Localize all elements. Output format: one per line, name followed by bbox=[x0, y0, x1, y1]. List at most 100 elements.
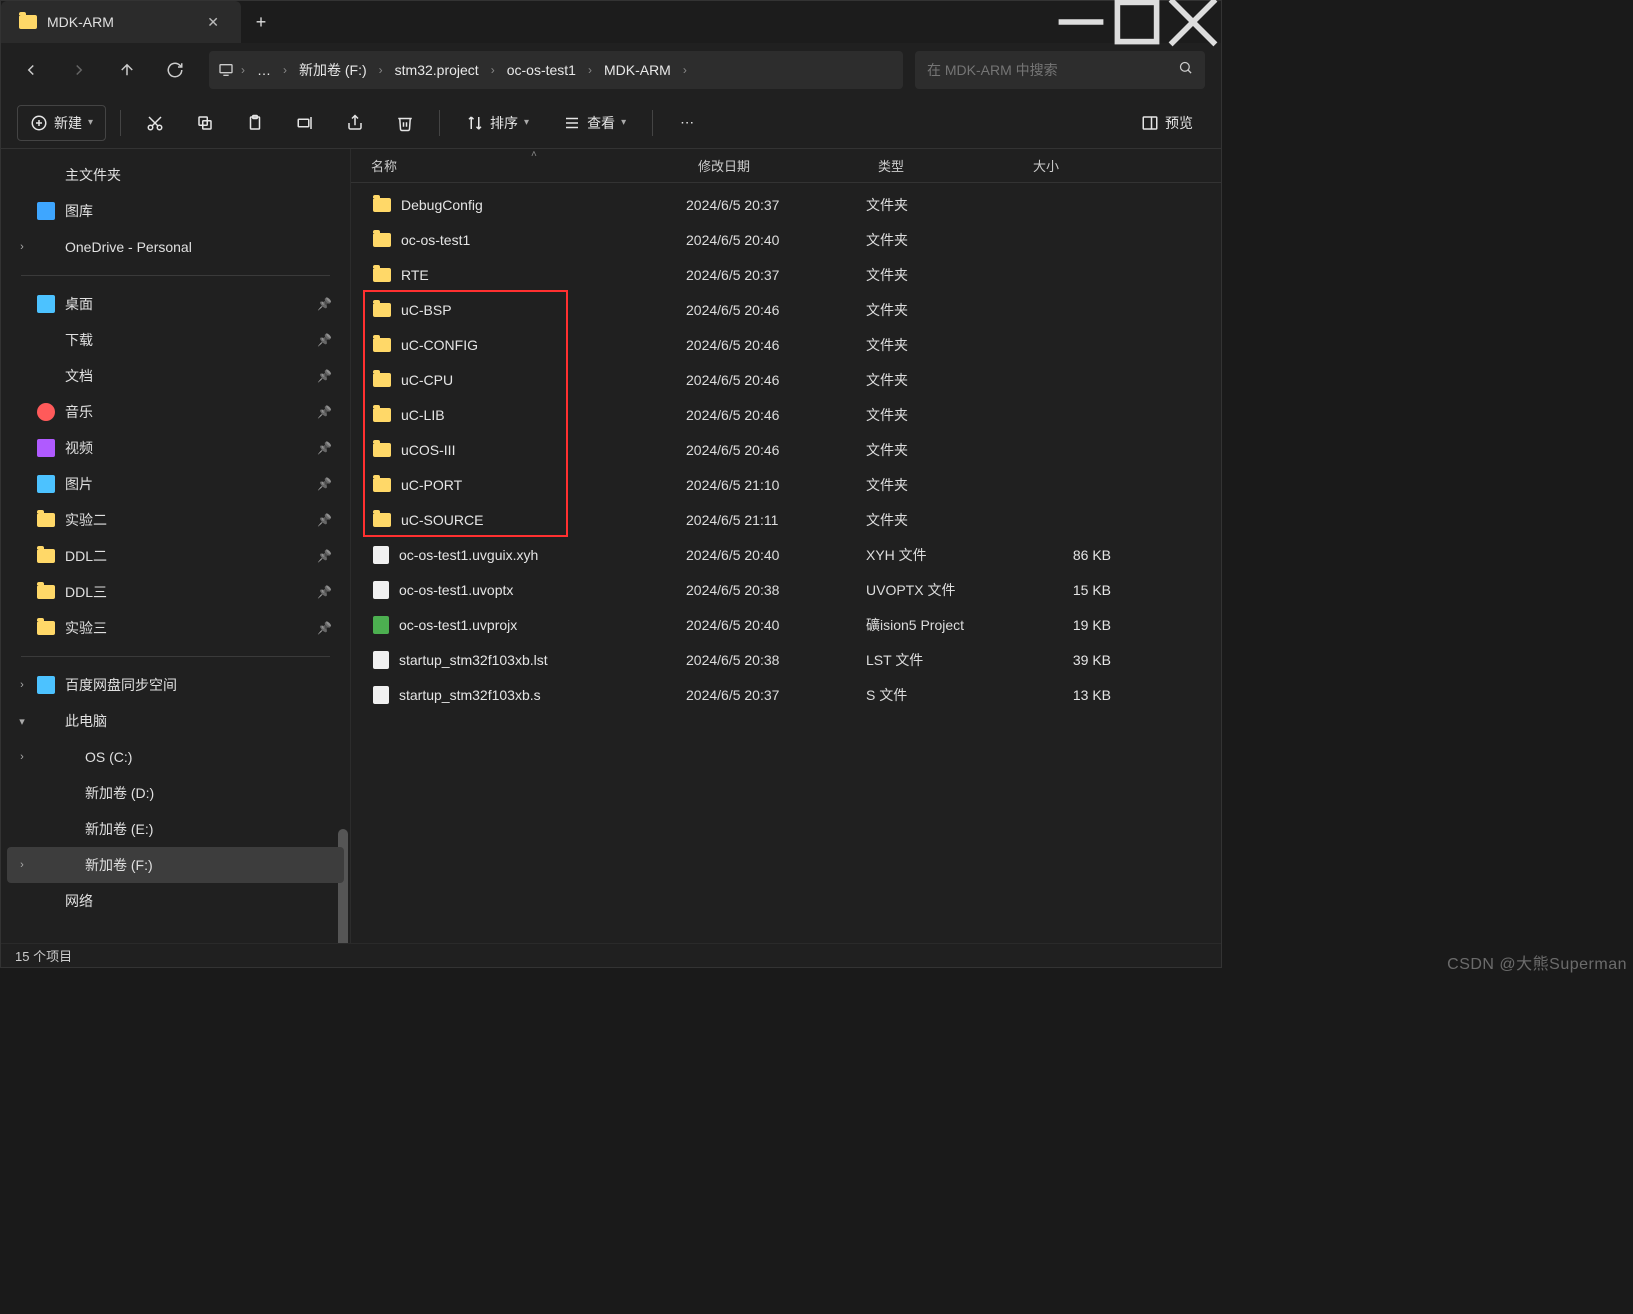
new-button[interactable]: 新建 ▾ bbox=[17, 105, 106, 141]
folder-icon bbox=[373, 233, 391, 247]
file-row[interactable]: uC-CPU2024/6/5 20:46文件夹 bbox=[351, 362, 1221, 397]
sidebar-item[interactable]: DDL二📌 bbox=[7, 538, 344, 574]
sidebar-item[interactable]: 音乐📌 bbox=[7, 394, 344, 430]
chevron-right-icon[interactable]: › bbox=[15, 859, 29, 871]
sidebar-item[interactable]: 视频📌 bbox=[7, 430, 344, 466]
sidebar-item[interactable]: 图片📌 bbox=[7, 466, 344, 502]
sidebar-item[interactable]: 文档📌 bbox=[7, 358, 344, 394]
chevron-right-icon[interactable]: › bbox=[683, 63, 687, 77]
sort-button[interactable]: 排序 ▾ bbox=[454, 105, 541, 141]
pin-icon[interactable]: 📌 bbox=[317, 441, 332, 455]
chevron-right-icon[interactable]: › bbox=[15, 679, 29, 691]
pin-icon[interactable]: 📌 bbox=[317, 333, 332, 347]
pin-icon[interactable]: 📌 bbox=[317, 513, 332, 527]
file-name: oc-os-test1.uvprojx bbox=[399, 617, 517, 633]
chevron-right-icon[interactable]: › bbox=[588, 63, 592, 77]
sidebar-item[interactable]: 网络 bbox=[7, 883, 344, 919]
file-row[interactable]: startup_stm32f103xb.lst2024/6/5 20:38LST… bbox=[351, 642, 1221, 677]
sidebar-item[interactable]: 实验二📌 bbox=[7, 502, 344, 538]
delete-button[interactable] bbox=[385, 105, 425, 141]
file-row[interactable]: DebugConfig2024/6/5 20:37文件夹 bbox=[351, 187, 1221, 222]
file-row[interactable]: uCOS-III2024/6/5 20:46文件夹 bbox=[351, 432, 1221, 467]
file-type: 文件夹 bbox=[866, 405, 1021, 425]
chevron-right-icon[interactable]: › bbox=[15, 241, 29, 253]
sidebar-item[interactable]: ›OS (C:) bbox=[7, 739, 344, 775]
search-box[interactable] bbox=[915, 51, 1205, 89]
col-name[interactable]: 名称 bbox=[351, 156, 686, 175]
sidebar-item[interactable]: 新加卷 (E:) bbox=[7, 811, 344, 847]
breadcrumb[interactable]: › … › 新加卷 (F:) › stm32.project › oc-os-t… bbox=[209, 51, 903, 89]
file-row[interactable]: oc-os-test1.uvprojx2024/6/5 20:40礦ision5… bbox=[351, 607, 1221, 642]
chevron-down-icon[interactable]: ▾ bbox=[15, 715, 29, 728]
crumb-item[interactable]: MDK-ARM bbox=[598, 58, 677, 82]
up-button[interactable] bbox=[105, 50, 149, 90]
sidebar-item-label: 实验三 bbox=[65, 618, 107, 638]
pin-icon[interactable]: 📌 bbox=[317, 297, 332, 311]
crumb-item[interactable]: stm32.project bbox=[389, 58, 485, 82]
sidebar-item[interactable]: 实验三 📌 bbox=[7, 610, 344, 646]
sidebar-item[interactable]: 图库 bbox=[7, 193, 344, 229]
minimize-button[interactable] bbox=[1053, 1, 1109, 43]
search-input[interactable] bbox=[927, 62, 1170, 78]
sidebar-item[interactable]: 桌面 📌 bbox=[7, 286, 344, 322]
close-tab-icon[interactable]: ✕ bbox=[203, 14, 223, 31]
sidebar-item[interactable]: 新加卷 (D:) bbox=[7, 775, 344, 811]
crumb-item[interactable]: 新加卷 (F:) bbox=[293, 56, 373, 84]
forward-button[interactable] bbox=[57, 50, 101, 90]
chevron-right-icon[interactable]: › bbox=[379, 63, 383, 77]
pin-icon[interactable]: 📌 bbox=[317, 405, 332, 419]
sidebar-item[interactable]: ›OneDrive - Personal bbox=[7, 229, 344, 265]
col-size[interactable]: 大小 bbox=[1021, 156, 1121, 175]
file-row[interactable]: oc-os-test12024/6/5 20:40文件夹 bbox=[351, 222, 1221, 257]
file-row[interactable]: startup_stm32f103xb.s2024/6/5 20:37S 文件1… bbox=[351, 677, 1221, 712]
search-icon[interactable] bbox=[1178, 60, 1193, 80]
sidebar-item[interactable]: ›新加卷 (F:) bbox=[7, 847, 344, 883]
share-button[interactable] bbox=[335, 105, 375, 141]
sidebar-item[interactable]: DDL三📌 bbox=[7, 574, 344, 610]
file-name: startup_stm32f103xb.s bbox=[399, 687, 541, 703]
sidebar-item-label: 桌面 bbox=[65, 294, 93, 314]
cut-button[interactable] bbox=[135, 105, 175, 141]
crumb-item[interactable]: oc-os-test1 bbox=[501, 58, 582, 82]
file-row[interactable]: oc-os-test1.uvoptx2024/6/5 20:38UVOPTX 文… bbox=[351, 572, 1221, 607]
sidebar-item[interactable]: 下载📌 bbox=[7, 322, 344, 358]
folder-icon bbox=[373, 408, 391, 422]
chevron-right-icon[interactable]: › bbox=[241, 63, 245, 77]
maximize-button[interactable] bbox=[1109, 1, 1165, 43]
file-row[interactable]: RTE2024/6/5 20:37文件夹 bbox=[351, 257, 1221, 292]
chevron-right-icon[interactable]: › bbox=[15, 751, 29, 763]
pin-icon[interactable]: 📌 bbox=[317, 369, 332, 383]
file-row[interactable]: uC-BSP2024/6/5 20:46文件夹 bbox=[351, 292, 1221, 327]
paste-button[interactable] bbox=[235, 105, 275, 141]
preview-button[interactable]: 预览 bbox=[1129, 105, 1205, 141]
file-row[interactable]: uC-CONFIG2024/6/5 20:46文件夹 bbox=[351, 327, 1221, 362]
close-button[interactable] bbox=[1165, 1, 1221, 43]
new-tab-button[interactable]: + bbox=[241, 12, 281, 33]
sidebar-item[interactable]: ▾此电脑 bbox=[7, 703, 344, 739]
back-button[interactable] bbox=[9, 50, 53, 90]
sidebar-item[interactable]: ›百度网盘同步空间 bbox=[7, 667, 344, 703]
file-row[interactable]: uC-SOURCE2024/6/5 21:11文件夹 bbox=[351, 502, 1221, 537]
sidebar-item[interactable]: 主文件夹 bbox=[7, 157, 344, 193]
view-button[interactable]: 查看 ▾ bbox=[551, 105, 638, 141]
pin-icon[interactable]: 📌 bbox=[317, 585, 332, 599]
copy-button[interactable] bbox=[185, 105, 225, 141]
col-type[interactable]: 类型 bbox=[866, 156, 1021, 175]
sidebar-item-label: 图库 bbox=[65, 201, 93, 221]
chevron-right-icon[interactable]: › bbox=[491, 63, 495, 77]
file-row[interactable]: oc-os-test1.uvguix.xyh2024/6/5 20:40XYH … bbox=[351, 537, 1221, 572]
rename-button[interactable] bbox=[285, 105, 325, 141]
col-date[interactable]: 修改日期 bbox=[686, 156, 866, 175]
more-button[interactable]: ⋯ bbox=[667, 105, 707, 141]
crumb-more[interactable]: … bbox=[251, 58, 277, 82]
refresh-button[interactable] bbox=[153, 50, 197, 90]
file-size: 13 KB bbox=[1021, 687, 1121, 703]
file-row[interactable]: uC-LIB2024/6/5 20:46文件夹 bbox=[351, 397, 1221, 432]
chevron-right-icon[interactable]: › bbox=[283, 63, 287, 77]
file-name: oc-os-test1 bbox=[401, 232, 470, 248]
pin-icon[interactable]: 📌 bbox=[317, 621, 332, 635]
pin-icon[interactable]: 📌 bbox=[317, 549, 332, 563]
pin-icon[interactable]: 📌 bbox=[317, 477, 332, 491]
tab-active[interactable]: MDK-ARM ✕ bbox=[1, 1, 241, 43]
file-row[interactable]: uC-PORT2024/6/5 21:10文件夹 bbox=[351, 467, 1221, 502]
